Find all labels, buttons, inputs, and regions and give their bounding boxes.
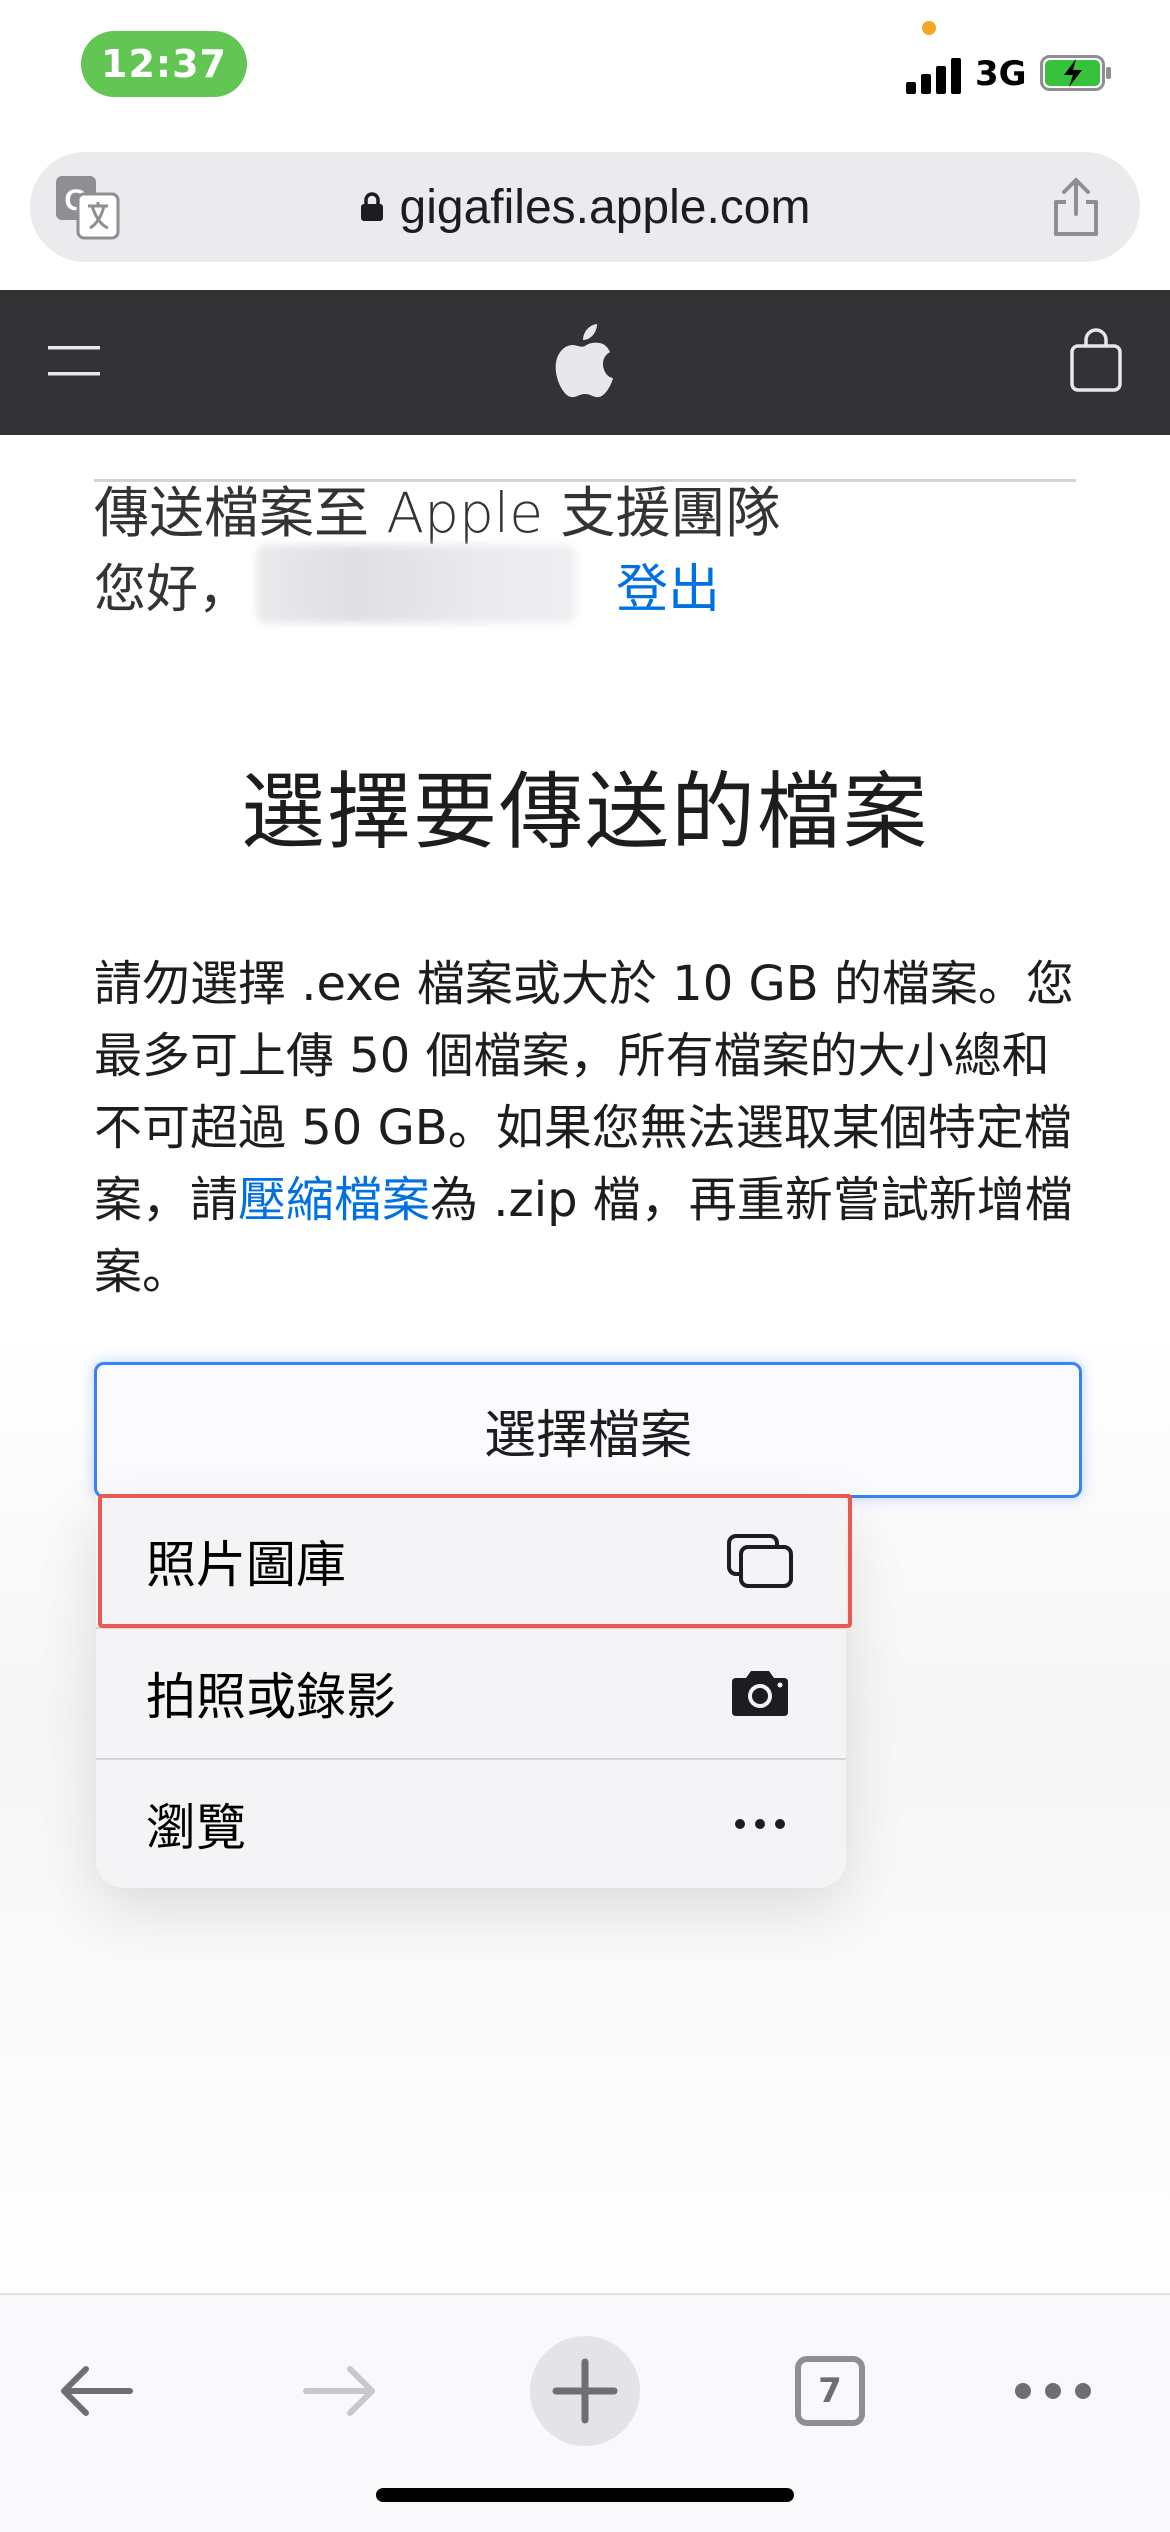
status-time: 12:37 xyxy=(81,31,247,97)
blurred-user-name xyxy=(256,545,577,623)
forward-button[interactable] xyxy=(280,2331,400,2451)
url-text[interactable]: gigafiles.apple.com xyxy=(400,180,811,235)
page-title: 選擇要傳送的檔案 xyxy=(240,763,929,861)
home-indicator[interactable] xyxy=(376,2488,794,2502)
network-type: 3G xyxy=(975,54,1027,94)
tabs-icon: 7 xyxy=(795,2356,865,2426)
tabs-button[interactable]: 7 xyxy=(770,2331,890,2451)
photo-library-icon xyxy=(726,1533,794,1589)
apple-logo[interactable] xyxy=(553,320,617,400)
greeting-row: 您好， 登出 xyxy=(94,545,720,623)
share-icon[interactable] xyxy=(1048,176,1104,238)
upload-instructions: 請勿選擇 .exe 檔案或大於 10 GB 的檔案。您最多可上傳 50 個檔案，… xyxy=(94,948,1084,1308)
privacy-indicator-dot xyxy=(922,21,936,35)
back-button[interactable] xyxy=(36,2331,156,2451)
camera-icon xyxy=(726,1665,794,1721)
file-picker-menu: 照片圖庫 拍照或錄影 瀏覽 xyxy=(96,1496,846,1888)
page-header: 傳送檔案至 Apple 支援團隊 xyxy=(94,481,781,545)
address-bar[interactable]: G gigafiles.apple.com xyxy=(30,152,1140,262)
greeting-text: 您好， xyxy=(94,559,251,620)
back-arrow-icon xyxy=(61,2366,133,2416)
bag-icon[interactable] xyxy=(1068,326,1124,394)
picker-item-label: 瀏覽 xyxy=(146,1799,246,1857)
menu-icon[interactable] xyxy=(48,340,100,384)
new-tab-button[interactable] xyxy=(525,2331,645,2451)
new-tab-icon xyxy=(530,2336,640,2446)
picker-item-label: 照片圖庫 xyxy=(146,1536,346,1594)
status-bar: 12:37 3G xyxy=(0,0,1170,140)
forward-arrow-icon xyxy=(303,2366,375,2416)
lock-icon xyxy=(360,192,383,221)
signal-icon xyxy=(906,54,962,94)
picker-item-label: 拍照或錄影 xyxy=(146,1668,396,1726)
tab-count: 7 xyxy=(818,2371,842,2411)
site-nav-bar xyxy=(0,290,1170,435)
logout-link[interactable]: 登出 xyxy=(616,547,720,622)
picker-item-browse[interactable]: 瀏覽 xyxy=(96,1758,846,1888)
more-menu-icon xyxy=(1015,2383,1091,2399)
more-icon xyxy=(726,1796,794,1852)
compress-files-link[interactable]: 壓縮檔案 xyxy=(238,1172,430,1228)
more-menu-button[interactable] xyxy=(993,2331,1113,2451)
choose-file-button[interactable]: 選擇檔案 xyxy=(94,1362,1082,1498)
picker-item-photo-library[interactable]: 照片圖庫 xyxy=(96,1496,846,1626)
battery-charging-icon xyxy=(1040,55,1111,91)
picker-item-camera[interactable]: 拍照或錄影 xyxy=(96,1627,846,1757)
